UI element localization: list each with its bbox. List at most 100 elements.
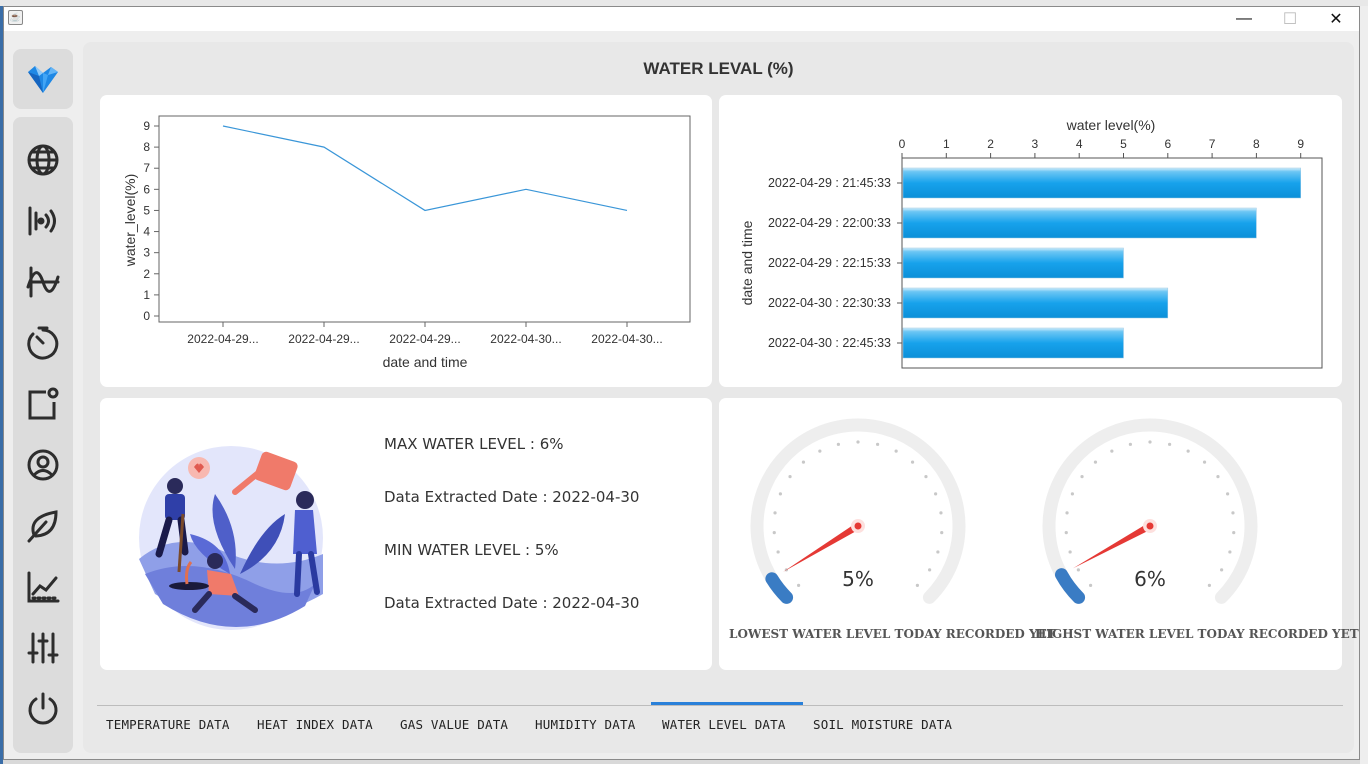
max-extracted-date-text: Data Extracted Date : 2022-04-30 [384,488,640,506]
y-tick-label: 2 [143,267,150,281]
x-tick-label: 2022-04-30... [591,332,662,346]
sidebar-item-wireless[interactable] [13,199,73,243]
title-bar: ☕ — ☐ ✕ [4,7,1359,31]
java-app-icon: ☕ [8,10,23,25]
x-tick-label: 4 [1076,137,1083,151]
gauge-tick [928,568,932,572]
gauge-tick [836,442,840,446]
gauge-tick [797,583,801,587]
sidebar-item-leaf[interactable] [13,504,73,548]
sliders-icon [27,632,59,664]
gauge-hub [1146,522,1154,530]
sidebar-item-power[interactable] [13,687,73,731]
line-chart: water_level(%) date and time 0 1 2 3 4 5 6 7 8 9 2… [122,115,691,370]
gauge-tick [1226,492,1230,496]
x-tick-label: 6 [1164,137,1171,151]
y-tick-label: 1 [143,288,150,302]
tab-gas-value-data[interactable]: GAS VALUE DATA [400,717,508,732]
bar [902,167,1301,199]
bar-chart: water level(%) date and time 0 1 2 3 4 5 6 7 8 9 2… [739,117,1323,369]
tab-temperature-data[interactable]: TEMPERATURE DATA [106,717,230,732]
gauge-tick [1110,449,1114,453]
lowest-gauge-label: LOWEST WATER LEVEL TODAY RECORDED YET [729,627,1056,641]
gauge-value-text: 6% [1134,567,1166,591]
max-water-level-text: MAX WATER LEVEL : 6% [384,435,564,453]
gauge-tick [1076,568,1080,572]
gauge-tick [910,460,915,464]
gauge-tick [778,492,782,496]
gauge-tick [1168,442,1172,446]
x-tick-label: 5 [1120,137,1127,151]
tab-humidity-data[interactable]: HUMIDITY DATA [535,717,635,732]
gauge-tick [940,530,944,535]
x-tick-label: 7 [1209,137,1216,151]
sidebar-item-globe[interactable] [13,138,73,182]
highest-gauge-label: HIGHST WATER LEVEL TODAY RECORDED YET [1035,627,1359,641]
gardening-illustration [139,446,323,630]
gauge-tick [1231,511,1235,515]
gauge-tick [1220,568,1224,572]
gauge-tick [773,511,777,515]
bar [902,207,1257,239]
x-tick-label: 1 [943,137,950,151]
gauge-tick [1064,530,1068,535]
close-button[interactable]: ✕ [1313,7,1359,31]
min-water-level-text: MIN WATER LEVEL : 5% [384,541,559,559]
y-tick-label: 2022-04-30 : 22:45:33 [768,336,891,350]
sidebar-item-chart[interactable] [13,565,73,609]
gauge-needle [782,523,860,572]
content-area: WATER LEVAL (%) water_level(%) date and … [4,31,1359,759]
min-extracted-date-text: Data Extracted Date : 2022-04-30 [384,594,640,612]
maximize-button[interactable]: ☐ [1267,7,1313,31]
sidebar-nav [13,117,73,753]
bar [902,247,1124,279]
gauge-tick [1232,530,1236,535]
wireless-signal-icon [28,206,56,236]
bar [902,287,1169,319]
y-tick-label: 2022-04-29 : 22:00:33 [768,216,891,230]
tab-soil-moisture-data[interactable]: SOIL MOISTURE DATA [813,717,952,732]
iceberg-logo-icon [28,66,58,93]
gauge-tick [772,530,776,535]
x-tick-label: 8 [1253,137,1260,151]
tab-water-level-data[interactable]: WATER LEVEL DATA [662,717,786,732]
x-tick-label: 0 [899,137,906,151]
app-window: ☕ — ☐ ✕ WATER LEVAL (%) water_level(%) d… [3,6,1360,760]
timer-icon [27,326,59,360]
sidebar-item-timer[interactable] [13,321,73,365]
tab-heat-index-data[interactable]: HEAT INDEX DATA [257,717,373,732]
sidebar-item-user[interactable] [13,443,73,487]
tabs-divider [97,705,1343,706]
gauge-tick [1202,460,1207,464]
gauge-tick [894,449,898,453]
x-tick-label: 2022-04-29... [288,332,359,346]
gauge-fill [765,572,794,604]
sidebar-item-settings[interactable] [13,626,73,670]
bar-chart-ylabel: date and time [739,220,755,305]
x-tick-label: 2 [987,137,994,151]
gauge-tick [788,475,792,479]
desktop-edge-right [1360,6,1368,764]
line-chart-ylabel: water_level(%) [122,174,138,268]
x-tick-label: 3 [1032,137,1039,151]
bar-chart-xlabel: water level(%) [1066,117,1156,133]
leaf-icon [27,510,58,543]
y-tick-label: 8 [143,140,150,154]
minimize-button[interactable]: — [1221,7,1267,31]
y-tick-label: 6 [143,182,150,196]
x-tick-label: 2022-04-29... [187,332,258,346]
sidebar-item-notification[interactable] [13,382,73,426]
notification-square-icon [28,387,59,420]
sidebar-item-wave[interactable] [13,260,73,304]
gauge-tick [1207,583,1211,587]
y-tick-label: 2022-04-30 : 22:30:33 [768,296,891,310]
y-tick-label: 9 [143,119,150,133]
gauge-tick [1068,550,1072,554]
y-tick-label: 2022-04-29 : 22:15:33 [768,256,891,270]
page-title: WATER LEVAL (%) [643,59,794,78]
y-tick-label: 0 [143,309,150,323]
gauge-tick [856,440,860,444]
gauge-tick [915,583,919,587]
gauge-tick [1089,583,1093,587]
y-tick-label: 5 [143,203,150,217]
